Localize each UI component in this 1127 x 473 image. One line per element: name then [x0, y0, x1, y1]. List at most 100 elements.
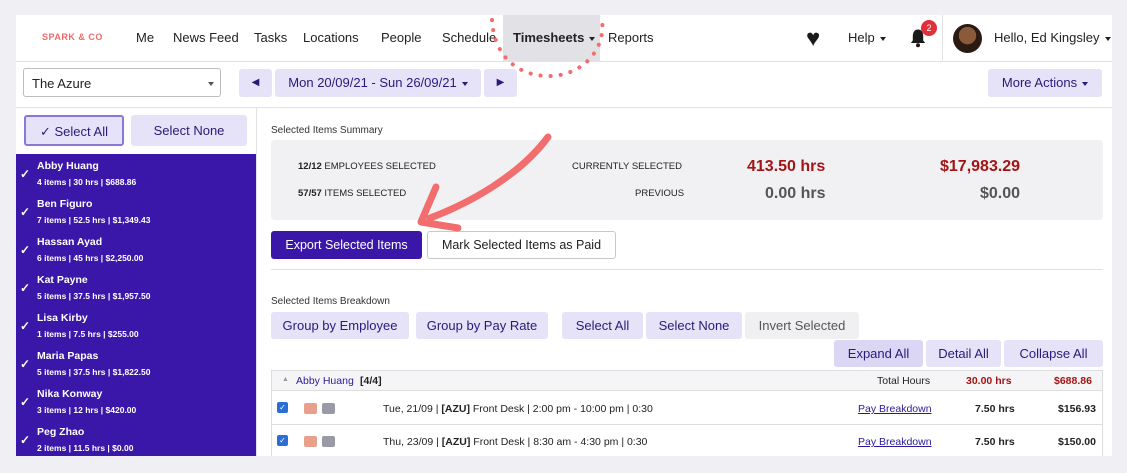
employee-stats: 6 items | 45 hrs | $2,250.00	[37, 253, 144, 263]
nav-item-people[interactable]: People	[381, 30, 421, 45]
row-checkbox[interactable]: ✓	[277, 402, 288, 413]
nav-item-news-feed[interactable]: News Feed	[173, 30, 239, 45]
collapse-triangle-icon[interactable]: ▲	[282, 376, 289, 383]
shift-detail: Front Desk | 2:00 pm - 10:00 pm | 0:30	[472, 403, 653, 415]
notification-badge: 2	[921, 20, 937, 36]
nav-divider	[942, 15, 943, 62]
date-range-picker[interactable]: Mon 20/09/21 - Sun 26/09/21	[275, 69, 481, 97]
employee-name: Ben Figuro	[37, 198, 93, 210]
check-icon: ✓	[20, 243, 31, 257]
employee-item[interactable]: ✓ Maria Papas 5 items | 37.5 hrs | $1,822.…	[16, 346, 256, 384]
coins-icon	[322, 403, 335, 414]
more-actions-button[interactable]: More Actions	[988, 69, 1102, 97]
brand-logo[interactable]: SPARK & CO	[42, 32, 103, 42]
items-selected: 57/57 ITEMS SELECTED	[298, 188, 406, 199]
timesheet-icon	[304, 403, 317, 414]
check-icon: ✓	[40, 124, 55, 139]
group-by-pay-rate-button[interactable]: Group by Pay Rate	[416, 312, 548, 339]
employee-stats: 5 items | 37.5 hrs | $1,957.50	[37, 291, 151, 301]
row-checkbox[interactable]: ✓	[277, 435, 288, 446]
sidebar-divider	[256, 108, 257, 456]
user-menu[interactable]: Hello, Ed Kingsley	[994, 30, 1111, 45]
nav-item-timesheets[interactable]: Timesheets	[513, 30, 596, 45]
employee-name: Peg Zhao	[37, 426, 85, 438]
nav-item-tasks[interactable]: Tasks	[254, 30, 287, 45]
summary-panel: 12/12 EMPLOYEES SELECTED 57/57 ITEMS SEL…	[271, 140, 1103, 220]
shift-description: Tue, 21/09 | [AZU] Front Desk | 2:00 pm …	[383, 403, 653, 415]
sidebar-select-all-button[interactable]: ✓ Select All	[24, 115, 124, 146]
employee-item[interactable]: ✓ Lisa Kirby 1 items | 7.5 hrs | $255.00	[16, 308, 256, 346]
employee-item[interactable]: ✓ Hassan Ayad 6 items | 45 hrs | $2,250.00	[16, 232, 256, 270]
mark-paid-button[interactable]: Mark Selected Items as Paid	[427, 231, 616, 259]
group-employee-name[interactable]: Abby Huang	[296, 375, 354, 387]
sidebar-controls: ✓ Select All Select None	[16, 108, 256, 154]
chevron-right-icon: ▶	[496, 77, 505, 88]
sidebar-select-all-label: Select All	[54, 124, 108, 139]
date-range-label: Mon 20/09/21 - Sun 26/09/21	[288, 75, 457, 90]
current-cost: $17,983.29	[940, 158, 1021, 175]
more-actions-label: More Actions	[1001, 75, 1078, 90]
heart-icon[interactable]: ♥	[806, 25, 820, 53]
items-selected-label: ITEMS SELECTED	[324, 188, 407, 199]
employee-item[interactable]: ✓ Kat Payne 5 items | 37.5 hrs | $1,957.50	[16, 270, 256, 308]
detail-all-button[interactable]: Detail All	[926, 340, 1001, 367]
shift-date: Tue, 21/09 |	[383, 403, 439, 415]
avatar[interactable]	[953, 24, 982, 53]
breakdown-select-none-button[interactable]: Select None	[646, 312, 742, 339]
employee-item[interactable]: ✓ Peg Zhao 2 items | 11.5 hrs | $0.00	[16, 422, 256, 456]
venue-code: [AZU]	[441, 403, 470, 415]
venue-select[interactable]: The Azure	[23, 68, 221, 97]
top-nav: SPARK & CO Me News Feed Tasks Locations …	[16, 15, 1112, 62]
employee-stats: 2 items | 11.5 hrs | $0.00	[37, 443, 134, 453]
prev-week-button[interactable]: ◀	[239, 69, 272, 97]
items-selected-count: 57/57	[298, 188, 322, 199]
help-menu[interactable]: Help	[848, 30, 886, 45]
shift-detail: Front Desk | 8:30 am - 4:30 pm | 0:30	[473, 436, 648, 448]
nav-item-timesheets-label: Timesheets	[513, 30, 585, 45]
currently-selected-label: CURRENTLY SELECTED	[572, 161, 682, 172]
total-hours-label: Total Hours	[877, 375, 931, 387]
table-row[interactable]: ✓ Thu, 23/09 | [AZU] Front Desk | 8:30 a…	[272, 425, 1102, 456]
sidebar-select-none-button[interactable]: Select None	[131, 115, 247, 146]
employee-name: Abby Huang	[37, 160, 99, 172]
chevron-left-icon: ◀	[251, 77, 260, 88]
nav-item-reports[interactable]: Reports	[608, 30, 654, 45]
check-icon: ✓	[20, 205, 31, 219]
employee-item[interactable]: ✓ Nika Konway 3 items | 12 hrs | $420.00	[16, 384, 256, 422]
employee-name: Hassan Ayad	[37, 236, 103, 248]
nav-item-me[interactable]: Me	[136, 30, 154, 45]
shift-date: Thu, 23/09 |	[383, 436, 439, 448]
row-hours: 7.50 hrs	[975, 403, 1015, 415]
current-hours: 413.50 hrs	[747, 158, 826, 175]
employee-stats: 7 items | 52.5 hrs | $1,349.43	[37, 215, 151, 225]
shift-description: Thu, 23/09 | [AZU] Front Desk | 8:30 am …	[383, 436, 647, 448]
group-item-count: [4/4]	[360, 375, 382, 387]
employee-stats: 4 items | 30 hrs | $688.86	[37, 177, 137, 187]
group-by-employee-button[interactable]: Group by Employee	[271, 312, 409, 339]
expand-all-button[interactable]: Expand All	[834, 340, 923, 367]
pay-breakdown-link[interactable]: Pay Breakdown	[858, 436, 932, 448]
breakdown-select-all-button[interactable]: Select All	[562, 312, 643, 339]
section-divider	[271, 269, 1103, 270]
employees-selected-count: 12/12	[298, 161, 322, 172]
app-window: SPARK & CO Me News Feed Tasks Locations …	[16, 15, 1112, 456]
chevron-down-icon	[208, 82, 214, 86]
row-hours: 7.50 hrs	[975, 436, 1015, 448]
group-header-row[interactable]: ▲ Abby Huang [4/4] Total Hours 30.00 hrs…	[272, 371, 1102, 391]
previous-label: PREVIOUS	[635, 188, 685, 199]
next-week-button[interactable]: ▶	[484, 69, 517, 97]
pay-breakdown-link[interactable]: Pay Breakdown	[858, 403, 932, 415]
table-row[interactable]: ✓ Tue, 21/09 | [AZU] Front Desk | 2:00 p…	[272, 391, 1102, 425]
employee-item[interactable]: ✓ Ben Figuro 7 items | 52.5 hrs | $1,349.4…	[16, 194, 256, 232]
invert-selected-button[interactable]: Invert Selected	[745, 312, 859, 339]
nav-item-locations[interactable]: Locations	[303, 30, 359, 45]
employee-name: Kat Payne	[37, 274, 88, 286]
nav-item-schedule[interactable]: Schedule	[442, 30, 496, 45]
employee-name: Nika Konway	[37, 388, 103, 400]
employee-item[interactable]: ✓ Abby Huang 4 items | 30 hrs | $688.86	[16, 156, 256, 194]
timesheet-icon	[304, 436, 317, 447]
group-total-cost: $688.86	[1054, 375, 1092, 387]
export-selected-button[interactable]: Export Selected Items	[271, 231, 422, 259]
collapse-all-button[interactable]: Collapse All	[1004, 340, 1103, 367]
check-icon: ✓	[20, 433, 31, 447]
